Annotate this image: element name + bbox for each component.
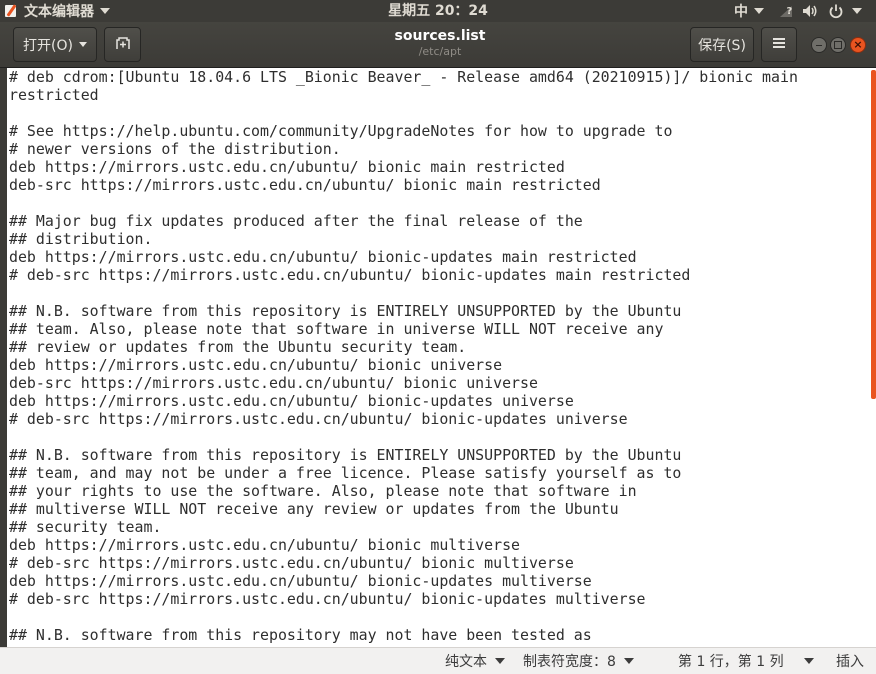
insert-mode-indicator[interactable]: 插入 [836,648,864,674]
document-path: /etc/apt [418,45,462,58]
power-menu[interactable] [828,3,862,19]
save-button-label: 保存(S) [698,37,746,54]
minimize-button[interactable] [811,37,827,53]
text-line: ## Major bug fix updates produced after … [9,212,583,230]
new-tab-icon [115,35,131,55]
chevron-down-icon [852,8,862,14]
tab-width-label: 制表符宽度：8 [523,654,616,670]
chevron-down-icon [804,658,814,664]
text-line: deb https://mirrors.ustc.edu.cn/ubuntu/ … [9,356,503,374]
new-document-button[interactable] [104,27,141,62]
network-unknown-icon: ? [778,3,794,19]
insert-mode-label: 插入 [836,654,864,670]
text-line: # deb-src https://mirrors.ustc.edu.cn/ub… [9,410,628,428]
status-bar: 纯文本 制表符宽度：8 第 1 行，第 1 列 插入 [0,647,876,674]
chevron-down-icon [754,8,764,14]
top-panel: 文本编辑器 星期五 20：24 中 ? [0,0,876,22]
text-line: ## distribution. [9,230,153,248]
text-line: ## security team. [9,518,162,536]
open-button[interactable]: 打开(O) [13,27,97,62]
text-line: ## your rights to use the software. Also… [9,482,637,500]
hamburger-icon [772,37,786,53]
text-line: ## N.B. software from this repository is… [9,302,682,320]
network-indicator[interactable]: ? [778,3,794,19]
text-line: # See https://help.ubuntu.com/community/… [9,122,673,140]
text-line: deb https://mirrors.ustc.edu.cn/ubuntu/ … [9,248,637,266]
close-button[interactable]: × [850,37,866,53]
input-method-label: 中 [734,4,748,20]
volume-indicator[interactable] [802,3,818,19]
maximize-button[interactable] [830,37,846,53]
text-line: ## N.B. software from this repository ma… [9,626,592,644]
text-editor-area[interactable]: # deb cdrom:[Ubuntu 18.04.6 LTS _Bionic … [7,68,869,647]
tab-width-selector[interactable]: 制表符宽度：8 [523,648,634,674]
syntax-label: 纯文本 [445,654,487,670]
text-line: deb-src https://mirrors.ustc.edu.cn/ubun… [9,176,601,194]
window-headerbar: 打开(O) sources.list /etc/apt 保存(S) × [0,22,876,68]
text-line: deb https://mirrors.ustc.edu.cn/ubuntu/ … [9,536,521,554]
scrollbar-thumb[interactable] [871,70,876,399]
text-line: # deb-src https://mirrors.ustc.edu.cn/ub… [9,590,646,608]
chevron-down-icon [623,658,634,664]
text-line: ## review or updates from the Ubuntu sec… [9,338,467,356]
minimize-icon [816,45,822,46]
input-method-menu[interactable]: 中 [734,1,764,21]
text-line: ## multiverse WILL NOT receive any revie… [9,500,619,518]
text-line: ## team, and may not be under a free lic… [9,464,682,482]
close-icon: × [853,38,863,51]
chevron-down-icon [495,658,505,664]
text-line: # newer versions of the distribution. [9,140,341,158]
text-line: restricted [9,86,99,104]
text-line [9,428,798,446]
speaker-icon [802,3,818,19]
text-line [9,104,798,122]
text-line: deb https://mirrors.ustc.edu.cn/ubuntu/ … [9,392,574,410]
text-line [9,284,798,302]
text-line: ## team. Also, please note that software… [9,320,664,338]
title-block: sources.list /etc/apt [300,28,580,59]
save-button[interactable]: 保存(S) [690,27,754,62]
text-line: ## N.B. software from this repository is… [9,446,682,464]
text-line [9,608,798,626]
system-tray: 中 ? [734,0,876,22]
open-button-label: 打开(O) [23,37,73,54]
text-line: deb-src https://mirrors.ustc.edu.cn/ubun… [9,374,538,392]
svg-text:?: ? [787,6,793,17]
chevron-down-icon [78,42,87,47]
cursor-position-label: 第 1 行，第 1 列 [678,654,784,670]
cursor-position[interactable]: 第 1 行，第 1 列 [678,648,784,674]
text-line: deb https://mirrors.ustc.edu.cn/ubuntu/ … [9,158,565,176]
hamburger-menu-button[interactable] [761,27,797,62]
text-line [9,194,798,212]
maximize-icon [834,41,842,49]
syntax-language-selector[interactable]: 纯文本 [445,648,505,674]
text-line: # deb-src https://mirrors.ustc.edu.cn/ub… [9,554,574,572]
text-line: deb https://mirrors.ustc.edu.cn/ubuntu/ … [9,572,592,590]
window-left-edge [0,68,7,647]
text-lines: # deb cdrom:[Ubuntu 18.04.6 LTS _Bionic … [9,68,798,644]
document-title: sources.list [394,28,486,44]
text-line: # deb-src https://mirrors.ustc.edu.cn/ub… [9,266,691,284]
cursor-position-menu[interactable] [796,648,814,674]
text-line: # deb cdrom:[Ubuntu 18.04.6 LTS _Bionic … [9,68,798,86]
power-icon [828,3,844,19]
